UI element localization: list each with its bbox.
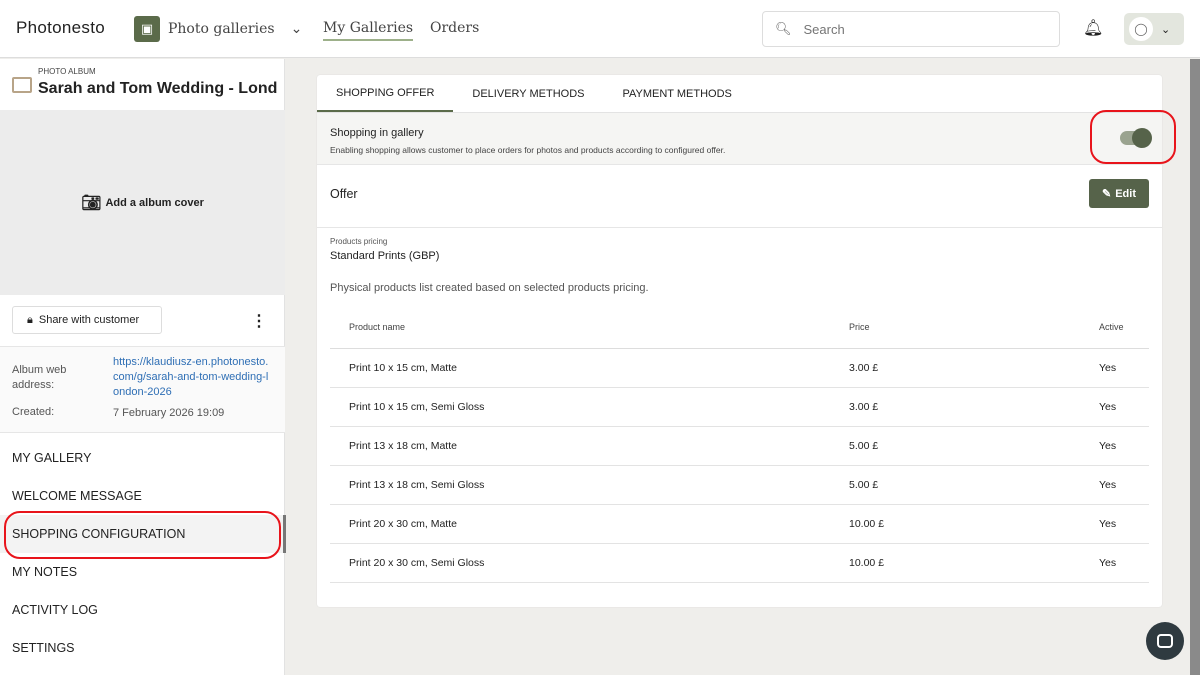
album-label: PHOTO ALBUM <box>38 67 96 76</box>
cell-active: Yes <box>1099 504 1149 544</box>
search-box[interactable]: 🔍︎ <box>762 11 1060 47</box>
gallery-icon: ▣ <box>134 16 160 42</box>
shopping-title: Shopping in gallery <box>330 127 424 139</box>
cell-price: 10.00 £ <box>849 504 1099 544</box>
top-header: Photonesto ▣ Photo galleries ⌄ My Galler… <box>0 0 1200 58</box>
pricing-label: Products pricing <box>330 237 388 246</box>
cell-active: Yes <box>1099 387 1149 427</box>
physical-products-note: Physical products list created based on … <box>330 282 649 294</box>
web-address-label: Album web address: <box>12 364 67 391</box>
cell-active: Yes <box>1099 348 1149 388</box>
album-title: Sarah and Tom Wedding - Lond... <box>38 80 278 97</box>
created-value: 7 February 2026 19:09 <box>113 407 225 419</box>
nav-orders[interactable]: Orders <box>430 20 479 36</box>
sidebar-item-activity-log[interactable]: ACTIVITY LOG <box>0 591 285 629</box>
gallery-type-selector[interactable]: ▣ Photo galleries ⌄ <box>134 16 302 42</box>
cell-product-name: Print 10 x 15 cm, Semi Gloss <box>330 387 849 427</box>
shopping-in-gallery-row: Shopping in gallery Enabling shopping al… <box>317 113 1162 165</box>
album-icon <box>12 77 32 93</box>
cell-product-name: Print 13 x 18 cm, Semi Gloss <box>330 465 849 505</box>
annotation-highlight-toggle <box>1090 110 1176 164</box>
lock-icon: 🔒︎ <box>27 313 33 326</box>
edit-button[interactable]: ✎ Edit <box>1089 179 1149 208</box>
share-label: Share with customer <box>38 314 140 326</box>
cell-active: Yes <box>1099 426 1149 466</box>
chevron-down-icon: ⌄ <box>1161 23 1171 36</box>
tab-shopping-offer[interactable]: SHOPPING OFFER <box>317 75 454 112</box>
share-with-customer-button[interactable]: 🔒︎ Share with customer <box>12 306 162 334</box>
more-options-icon[interactable]: ⋮ <box>251 311 267 331</box>
shopping-config-card: SHOPPING OFFER DELIVERY METHODS PAYMENT … <box>317 75 1162 607</box>
cell-product-name: Print 20 x 30 cm, Matte <box>330 504 849 544</box>
album-web-address-link[interactable]: https://klaudiusz-en.photonesto.com/g/sa… <box>113 355 273 400</box>
photonesto-logo[interactable]: Photonesto <box>16 18 105 38</box>
table-row: Print 13 x 18 cm, Matte 5.00 £ Yes <box>330 426 1149 466</box>
avatar-icon: ◯ <box>1129 17 1153 41</box>
pencil-icon: ✎ <box>1102 188 1112 200</box>
annotation-highlight-menu <box>4 511 281 559</box>
sidebar-item-welcome-message[interactable]: WELCOME MESSAGE <box>0 477 285 515</box>
table-row: Print 10 x 15 cm, Matte 3.00 £ Yes <box>330 348 1149 388</box>
sidebar-item-my-gallery[interactable]: MY GALLERY <box>0 439 285 477</box>
cell-active: Yes <box>1099 543 1149 583</box>
search-icon: 🔍︎ <box>775 21 792 36</box>
add-photo-icon: 📷︎ <box>81 194 102 212</box>
chat-icon <box>1157 634 1173 648</box>
edit-label: Edit <box>1115 187 1136 200</box>
album-info: Album web address: https://klaudiusz-en.… <box>0 346 285 433</box>
sidebar: PHOTO ALBUM Sarah and Tom Wedding - Lond… <box>0 59 285 675</box>
products-table: Product name Price Active Print 10 x 15 … <box>330 307 1149 583</box>
cell-product-name: Print 10 x 15 cm, Matte <box>330 348 849 388</box>
column-header-product-name: Product name <box>330 307 849 349</box>
sidebar-scrollbar[interactable] <box>283 515 286 553</box>
tab-bar: SHOPPING OFFER DELIVERY METHODS PAYMENT … <box>317 75 1162 113</box>
chat-button[interactable] <box>1146 622 1184 660</box>
nav-my-galleries[interactable]: My Galleries <box>323 20 414 41</box>
offer-title: Offer <box>330 187 358 201</box>
cell-price: 10.00 £ <box>849 543 1099 583</box>
bell-icon[interactable]: 🔔︎ <box>1083 18 1103 38</box>
cell-product-name: Print 20 x 30 cm, Semi Gloss <box>330 543 849 583</box>
tab-delivery-methods[interactable]: DELIVERY METHODS <box>453 75 603 112</box>
gallery-selector-label: Photo galleries <box>168 21 275 37</box>
column-header-active: Active <box>1099 307 1149 349</box>
page-scrollbar[interactable] <box>1190 59 1200 675</box>
table-row: Print 20 x 30 cm, Semi Gloss 10.00 £ Yes <box>330 543 1149 583</box>
add-cover-label: Add a album cover <box>105 196 204 209</box>
table-row: Print 10 x 15 cm, Semi Gloss 3.00 £ Yes <box>330 387 1149 427</box>
pricing-value: Standard Prints (GBP) <box>330 250 440 262</box>
user-menu[interactable]: ◯ ⌄ <box>1124 13 1184 45</box>
offer-header: Offer ✎ Edit <box>317 165 1162 228</box>
tab-payment-methods[interactable]: PAYMENT METHODS <box>603 75 750 112</box>
cell-price: 3.00 £ <box>849 387 1099 427</box>
cell-product-name: Print 13 x 18 cm, Matte <box>330 426 849 466</box>
cell-price: 5.00 £ <box>849 426 1099 466</box>
shopping-description: Enabling shopping allows customer to pla… <box>330 145 726 155</box>
cell-active: Yes <box>1099 465 1149 505</box>
cell-price: 3.00 £ <box>849 348 1099 388</box>
search-input[interactable] <box>803 21 1044 37</box>
created-label: Created: <box>12 406 55 418</box>
sidebar-item-settings[interactable]: SETTINGS <box>0 629 285 667</box>
cell-price: 5.00 £ <box>849 465 1099 505</box>
column-header-price: Price <box>849 307 1099 349</box>
table-row: Print 20 x 30 cm, Matte 10.00 £ Yes <box>330 504 1149 544</box>
table-row: Print 13 x 18 cm, Semi Gloss 5.00 £ Yes <box>330 465 1149 505</box>
add-cover-button[interactable]: 📷︎ Add a album cover <box>0 110 285 295</box>
chevron-down-icon: ⌄ <box>290 21 303 37</box>
